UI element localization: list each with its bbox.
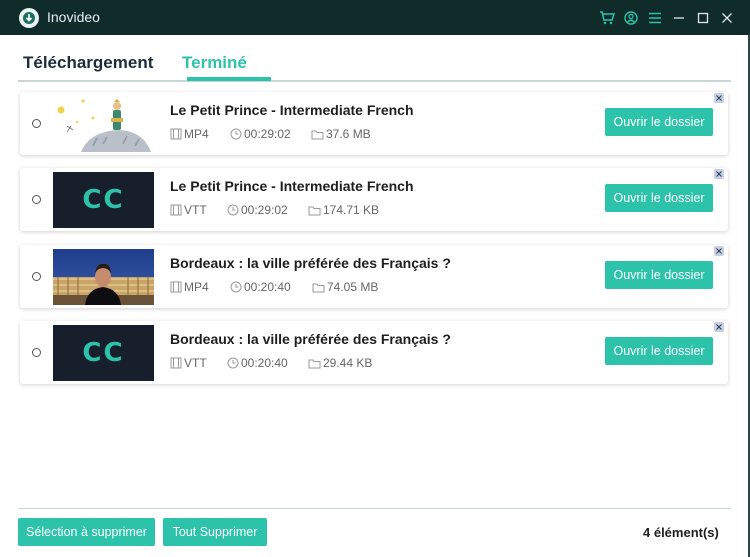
- duration-meta: 00:20:40: [227, 356, 288, 370]
- size-value: 29.44 KB: [323, 356, 373, 370]
- tab-telechargement[interactable]: Téléchargement: [23, 53, 153, 73]
- folder-icon: [312, 283, 325, 292]
- cc-thumbnail-text: CC: [82, 185, 125, 215]
- clock-icon: [230, 281, 242, 293]
- format-value: VTT: [184, 356, 207, 370]
- open-folder-button[interactable]: Ouvrir le dossier: [605, 108, 713, 136]
- duration-value: 00:29:02: [244, 127, 291, 141]
- clock-icon: [227, 204, 239, 216]
- select-radio[interactable]: [32, 119, 41, 128]
- subtitle-thumbnail: CC: [53, 325, 154, 381]
- list-item: Bordeaux : la ville préférée des Françai…: [20, 245, 728, 308]
- remove-item-icon[interactable]: [714, 169, 724, 179]
- open-folder-button[interactable]: Ouvrir le dossier: [605, 261, 713, 289]
- item-count: 4 élément(s): [643, 525, 719, 540]
- film-icon: [170, 357, 182, 369]
- remove-item-icon[interactable]: [714, 93, 724, 103]
- item-title: Le Petit Prince - Intermediate French: [170, 102, 414, 118]
- video-thumbnail: [53, 96, 154, 152]
- list-item: CC Bordeaux : la ville préférée des Fran…: [20, 321, 728, 384]
- clock-icon: [227, 357, 239, 369]
- size-value: 37.6 MB: [326, 127, 371, 141]
- remove-item-icon[interactable]: [714, 322, 724, 332]
- size-meta: 174.71 KB: [308, 203, 379, 217]
- duration-value: 00:20:40: [244, 280, 291, 294]
- cc-thumbnail-text: CC: [82, 338, 125, 368]
- select-radio[interactable]: [32, 348, 41, 357]
- video-thumbnail: [53, 249, 154, 305]
- format-value: VTT: [184, 203, 207, 217]
- delete-all-button[interactable]: Tout Supprimer: [163, 518, 267, 546]
- close-icon[interactable]: [715, 6, 739, 30]
- format-value: MP4: [184, 280, 209, 294]
- tab-bar: Téléchargement Terminé: [18, 46, 731, 82]
- duration-meta: 00:20:40: [230, 280, 291, 294]
- footer-divider: [18, 508, 731, 509]
- format-meta: MP4: [170, 280, 209, 294]
- menu-icon[interactable]: [643, 6, 667, 30]
- film-icon: [170, 128, 182, 140]
- format-meta: VTT: [170, 203, 207, 217]
- duration-meta: 00:29:02: [227, 203, 288, 217]
- title-bar: Inovideo: [0, 0, 750, 35]
- item-title: Le Petit Prince - Intermediate French: [170, 178, 414, 194]
- item-title: Bordeaux : la ville préférée des Françai…: [170, 331, 451, 347]
- app-logo-icon: [19, 8, 39, 28]
- format-meta: MP4: [170, 127, 209, 141]
- remove-item-icon[interactable]: [714, 246, 724, 256]
- format-value: MP4: [184, 127, 209, 141]
- delete-selected-button[interactable]: Sélection à supprimer: [18, 518, 155, 546]
- folder-icon: [308, 206, 321, 215]
- size-meta: 29.44 KB: [308, 356, 372, 370]
- clock-icon: [230, 128, 242, 140]
- format-meta: VTT: [170, 356, 207, 370]
- size-meta: 74.05 MB: [312, 280, 378, 294]
- list-item: Le Petit Prince - Intermediate French MP…: [20, 92, 728, 155]
- tab-termine[interactable]: Terminé: [182, 53, 247, 73]
- open-folder-button[interactable]: Ouvrir le dossier: [605, 184, 713, 212]
- film-icon: [170, 204, 182, 216]
- film-icon: [170, 281, 182, 293]
- duration-value: 00:29:02: [241, 203, 288, 217]
- duration-meta: 00:29:02: [230, 127, 291, 141]
- list-item: CC Le Petit Prince - Intermediate French…: [20, 168, 728, 231]
- cart-icon[interactable]: [595, 6, 619, 30]
- folder-icon: [311, 130, 324, 139]
- app-title: Inovideo: [47, 9, 100, 25]
- minimize-icon[interactable]: [667, 6, 691, 30]
- duration-value: 00:20:40: [241, 356, 288, 370]
- folder-icon: [308, 359, 321, 368]
- maximize-icon[interactable]: [691, 6, 715, 30]
- select-radio[interactable]: [32, 195, 41, 204]
- subtitle-thumbnail: CC: [53, 172, 154, 228]
- size-meta: 37.6 MB: [311, 127, 371, 141]
- size-value: 74.05 MB: [327, 280, 379, 294]
- item-title: Bordeaux : la ville préférée des Françai…: [170, 255, 451, 271]
- account-icon[interactable]: [619, 6, 643, 30]
- active-tab-indicator: [187, 77, 271, 81]
- size-value: 174.71 KB: [323, 203, 380, 217]
- select-radio[interactable]: [32, 272, 41, 281]
- open-folder-button[interactable]: Ouvrir le dossier: [605, 337, 713, 365]
